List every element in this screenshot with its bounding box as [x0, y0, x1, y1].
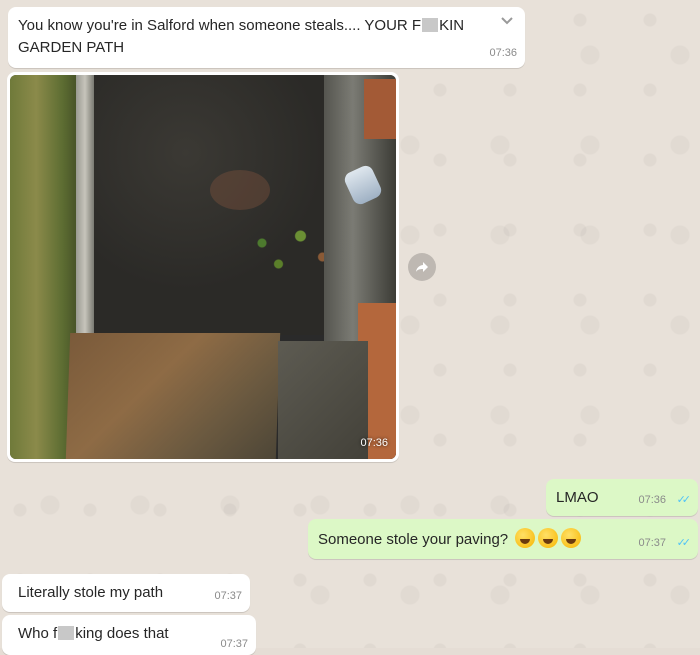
photo-message[interactable]: 07:36 — [7, 72, 399, 462]
garden-path-photo[interactable]: 07:36 — [10, 75, 396, 459]
double-check-icon: ✓✓ — [676, 537, 692, 549]
photo-slab — [65, 333, 281, 459]
outgoing-message[interactable]: Someone stole your paving? 07:37 ✓✓ — [308, 519, 698, 559]
rolling-on-floor-laughing-emoji-icon — [515, 528, 536, 548]
photo-soil-patch — [210, 170, 270, 210]
incoming-message[interactable]: Literally stole my path 07:37 — [2, 574, 250, 612]
incoming-message[interactable]: Who f king does that 07:37 — [2, 615, 256, 655]
forward-icon[interactable] — [408, 253, 436, 281]
message-time: 07:37 — [220, 638, 248, 650]
photo-fence-top — [364, 79, 396, 139]
photo-slab — [278, 341, 368, 459]
message-time: 07:37 — [214, 590, 242, 602]
message-text: Someone stole your paving? — [318, 528, 582, 551]
rolling-on-floor-laughing-emoji-icon — [561, 528, 582, 548]
censored-block — [422, 18, 439, 32]
message-text: You know you're in Salford when someone … — [18, 17, 465, 56]
rolling-on-floor-laughing-emoji-icon — [538, 528, 559, 548]
outgoing-message[interactable]: LMAO 07:36 ✓✓ — [546, 479, 698, 516]
message-text: Who f king does that — [18, 625, 169, 642]
incoming-message[interactable]: You know you're in Salford when someone … — [8, 7, 525, 68]
chevron-down-icon[interactable] — [499, 13, 515, 29]
message-time: 07:37 — [638, 537, 666, 549]
message-text: Literally stole my path — [18, 584, 164, 601]
censored-block — [58, 626, 75, 640]
photo-soil — [94, 75, 324, 335]
message-time: 07:36 — [638, 494, 666, 506]
message-time: 07:36 — [489, 47, 517, 59]
double-check-icon: ✓✓ — [676, 494, 692, 506]
photo-time: 07:36 — [360, 437, 388, 449]
message-text: LMAO — [556, 489, 599, 506]
